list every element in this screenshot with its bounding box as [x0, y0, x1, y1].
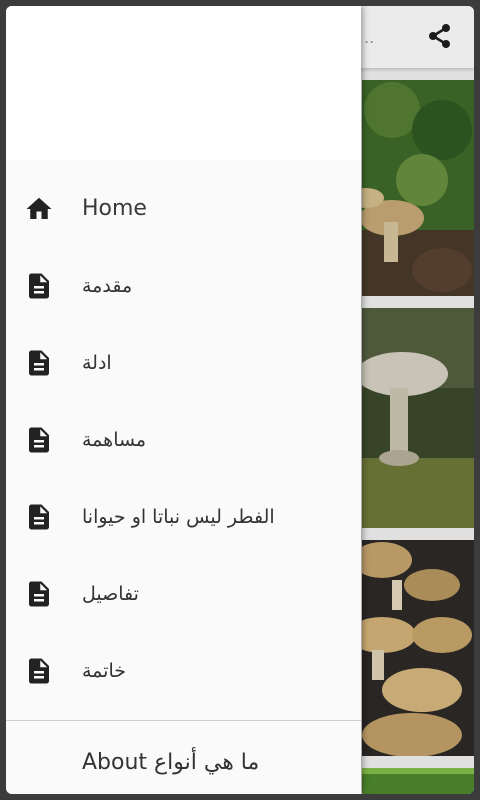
- menu-item-label: تفاصيل: [82, 582, 139, 605]
- menu-item-label: خاتمة: [82, 659, 126, 682]
- phone-screen: .. Home مقدمة ادلة مساهمة الفطر ليس نبات…: [6, 6, 474, 794]
- menu-item-label: مساهمة: [82, 428, 147, 451]
- menu-item-about[interactable]: About ما هي أنواع: [82, 750, 259, 775]
- menu-item-label: ادلة: [82, 351, 112, 374]
- menu-item-evidence[interactable]: ادلة: [6, 324, 361, 401]
- menu-item-label: الفطر ليس نباتا او حيوانا: [82, 505, 275, 528]
- navigation-drawer: Home مقدمة ادلة مساهمة الفطر ليس نباتا ا…: [6, 6, 361, 794]
- menu-item-introduction[interactable]: مقدمة: [6, 247, 361, 324]
- drawer-header: [6, 6, 361, 160]
- menu-item-label: مقدمة: [82, 274, 133, 297]
- menu-item-label: Home: [82, 196, 147, 221]
- document-icon: [24, 579, 54, 609]
- document-icon: [24, 425, 54, 455]
- document-icon: [24, 502, 54, 532]
- home-icon: [24, 194, 54, 224]
- menu-item-home[interactable]: Home: [6, 170, 361, 247]
- document-icon: [24, 656, 54, 686]
- menu-item-fungi-not-plant[interactable]: الفطر ليس نباتا او حيوانا: [6, 478, 361, 555]
- menu-divider: [6, 720, 361, 721]
- drawer-menu: Home مقدمة ادلة مساهمة الفطر ليس نباتا ا…: [6, 170, 361, 709]
- document-icon: [24, 348, 54, 378]
- menu-item-conclusion[interactable]: خاتمة: [6, 632, 361, 709]
- menu-item-details[interactable]: تفاصيل: [6, 555, 361, 632]
- document-icon: [24, 271, 54, 301]
- menu-item-contribution[interactable]: مساهمة: [6, 401, 361, 478]
